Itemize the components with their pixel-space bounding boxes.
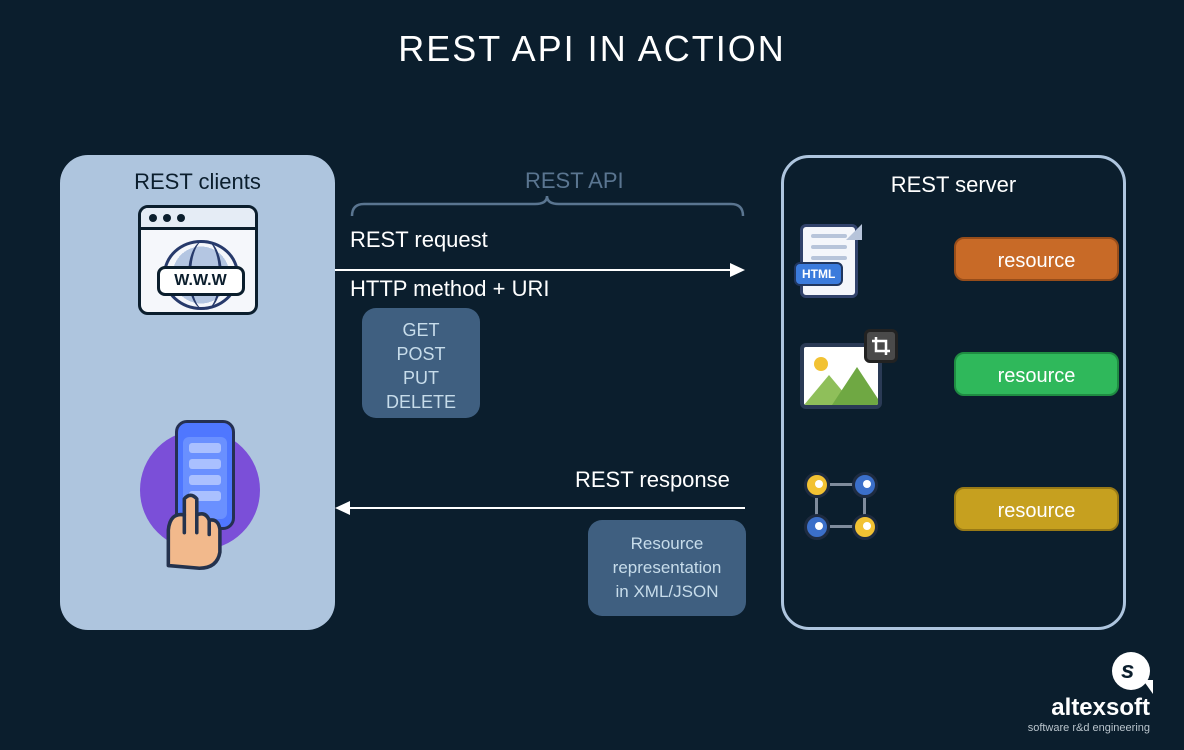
rest-response-label: REST response [575, 467, 730, 493]
logo-tagline: software r&d engineering [1028, 722, 1150, 734]
resource-badge-orange: resource [954, 237, 1119, 281]
altexsoft-logo: s altexsoft software r&d engineering [1028, 652, 1150, 734]
response-arrow-icon [335, 498, 745, 518]
resource-badge-yellow: resource [954, 487, 1119, 531]
method-get: GET [362, 318, 480, 342]
rest-request-label: REST request [350, 227, 488, 253]
rest-server-heading: REST server [802, 172, 1105, 198]
browser-www-icon: W.W.W [138, 205, 258, 315]
resource-representation-box: Resource representation in XML/JSON [588, 520, 746, 616]
method-post: POST [362, 342, 480, 366]
http-methods-box: GET POST PUT DELETE [362, 308, 480, 418]
mobile-phone-icon [140, 430, 260, 610]
method-put: PUT [362, 366, 480, 390]
www-label: W.W.W [157, 266, 245, 296]
resource-badge-green: resource [954, 352, 1119, 396]
http-method-uri-label: HTTP method + URI [350, 276, 550, 302]
logo-bubble-icon: s [1112, 652, 1150, 690]
rep-line1: Resource [588, 532, 746, 556]
brace-icon [350, 196, 745, 218]
rep-line3: in XML/JSON [588, 580, 746, 604]
rest-clients-heading: REST clients [78, 169, 317, 195]
image-file-icon [800, 335, 892, 413]
resource-row-html: HTML resource [800, 218, 1119, 300]
resource-row-image: resource [800, 335, 1119, 413]
rest-api-label: REST API [525, 168, 624, 194]
page-title: REST API IN ACTION [0, 0, 1184, 70]
logo-name: altexsoft [1028, 694, 1150, 722]
html-document-icon: HTML [800, 218, 870, 300]
crop-icon [864, 329, 898, 363]
resource-row-users: resource [800, 470, 1119, 548]
users-network-icon [800, 470, 886, 548]
method-delete: DELETE [362, 390, 480, 414]
rep-line2: representation [588, 556, 746, 580]
html-badge: HTML [794, 262, 843, 286]
